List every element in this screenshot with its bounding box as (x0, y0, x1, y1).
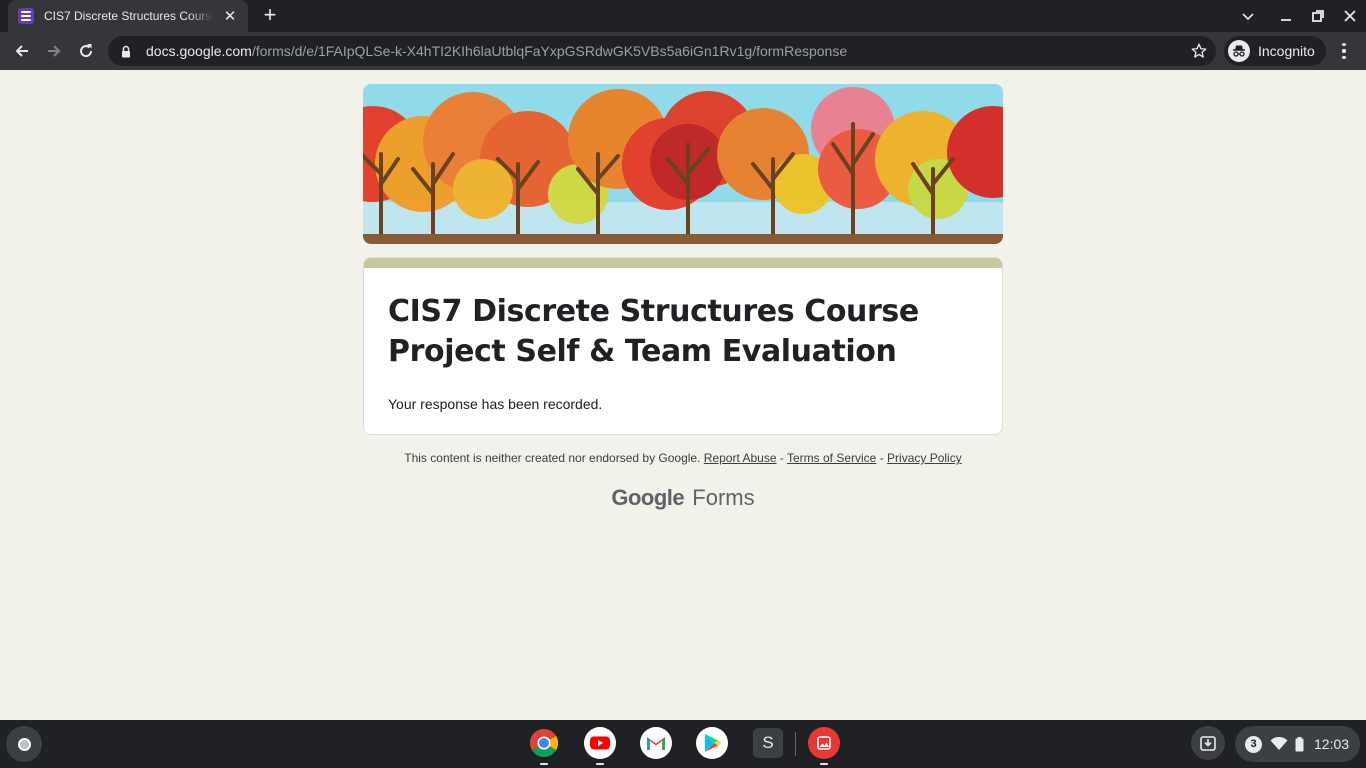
forward-icon[interactable] (42, 39, 66, 63)
tab-search-icon[interactable] (1238, 6, 1258, 26)
shelf-separator (795, 732, 796, 756)
notification-count-badge[interactable]: 3 (1245, 735, 1262, 753)
form-title: CIS7 Discrete Structures Course Project … (388, 294, 919, 369)
incognito-profile-button[interactable]: Incognito (1224, 36, 1326, 66)
google-forms-logo[interactable]: Google Forms (0, 485, 1366, 511)
report-abuse-link[interactable]: Report Abuse (704, 451, 777, 465)
close-window-icon[interactable] (1340, 6, 1360, 26)
running-indicator (596, 763, 604, 765)
tote-icon[interactable] (1191, 726, 1225, 760)
incognito-icon (1228, 40, 1250, 62)
running-indicator (540, 763, 548, 765)
google-wordmark: Google (611, 485, 685, 510)
footer-separator: - (779, 451, 784, 465)
tab-title: CIS7 Discrete Structures Course Project … (44, 9, 214, 23)
chrome-icon[interactable] (527, 726, 561, 760)
bookmark-star-icon[interactable] (1190, 42, 1208, 60)
play-store-icon[interactable] (695, 726, 729, 760)
running-indicator (820, 763, 828, 765)
browser-tab[interactable]: CIS7 Discrete Structures Course Project … (8, 0, 248, 32)
gmail-icon[interactable] (639, 726, 673, 760)
restore-icon[interactable] (1308, 6, 1328, 26)
tab-strip: CIS7 Discrete Structures Course Project … (0, 0, 1366, 32)
google-forms-icon (18, 8, 34, 24)
disclaimer-text: This content is neither created nor endo… (404, 451, 701, 465)
back-icon[interactable] (10, 39, 34, 63)
url-host: docs.google.com (146, 43, 252, 59)
minimize-icon[interactable] (1276, 6, 1296, 26)
url-text: docs.google.com/forms/d/e/1FAIpQLSe-k-X4… (146, 43, 847, 59)
youtube-icon[interactable] (583, 726, 617, 760)
address-bar[interactable]: docs.google.com/forms/d/e/1FAIpQLSe-k-X4… (108, 36, 1216, 66)
reload-icon[interactable] (74, 39, 98, 63)
wifi-icon (1270, 737, 1288, 751)
browser-menu-icon[interactable] (1334, 39, 1354, 63)
s-app-letter: S (753, 728, 783, 758)
privacy-policy-link[interactable]: Privacy Policy (887, 451, 962, 465)
card-accent-bar (364, 258, 1002, 268)
lock-icon[interactable] (120, 44, 132, 58)
gallery-icon[interactable] (807, 726, 841, 760)
footer-disclaimer: This content is neither created nor endo… (0, 451, 1366, 465)
browser-toolbar: docs.google.com/forms/d/e/1FAIpQLSe-k-X4… (0, 32, 1366, 70)
incognito-label: Incognito (1258, 43, 1315, 59)
launcher-icon[interactable] (6, 726, 42, 762)
form-confirmation-card: CIS7 Discrete Structures Course Project … (363, 257, 1003, 435)
form-header-image (363, 84, 1003, 244)
footer-separator: - (879, 451, 884, 465)
confirmation-message: Your response has been recorded. (388, 396, 603, 412)
new-tab-icon[interactable]: + (258, 4, 282, 28)
status-tray[interactable]: 3 12:03 (1235, 726, 1360, 762)
system-shelf: S 3 12:03 (0, 720, 1366, 768)
battery-icon (1295, 736, 1304, 752)
clock-time: 12:03 (1314, 736, 1350, 752)
url-path: /forms/d/e/1FAIpQLSe-k-X4hTI2KIh6laUtblq… (251, 43, 848, 59)
close-icon[interactable]: ✕ (222, 7, 238, 25)
forms-wordmark: Forms (692, 485, 755, 510)
terms-of-service-link[interactable]: Terms of Service (787, 451, 876, 465)
s-app-icon[interactable]: S (751, 726, 785, 760)
